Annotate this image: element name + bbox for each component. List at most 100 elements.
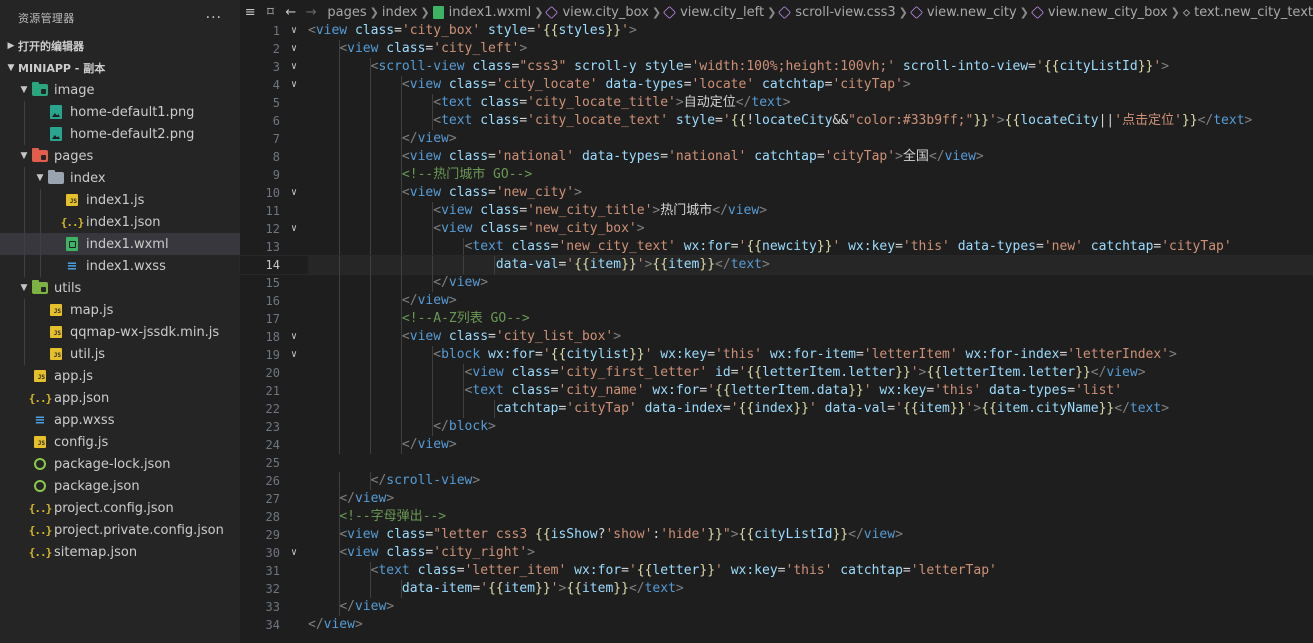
breadcrumb-item[interactable]: view.new_city_box [1030, 5, 1168, 20]
breadcrumb-item[interactable]: view.city_left [662, 5, 764, 20]
tree-item[interactable]: ▼ utils [0, 277, 240, 299]
code-text: <view class='city_list_box'> [308, 328, 1313, 346]
breadcrumb-item[interactable]: ◇ text.new_city_text [1183, 5, 1313, 20]
breadcrumb-item[interactable]: view.city_box [545, 5, 649, 20]
indent-guide [401, 238, 402, 256]
code-text: <text class='city_name' wx:for='{{letter… [308, 382, 1313, 400]
code-line[interactable]: 16 </view> [240, 292, 1313, 310]
code-line[interactable]: 14 data-val='{{item}}'>{{item}}</text> [239, 255, 1313, 275]
code-line[interactable]: 20 <view class='city_first_letter' id='{… [240, 364, 1313, 382]
more-actions-icon[interactable]: ··· [206, 10, 222, 26]
code-token: '点击定位' [1114, 113, 1182, 128]
tree-item[interactable]: home-default1.png [0, 101, 240, 123]
indent-guide [370, 94, 371, 112]
code-line[interactable]: 23 </block> [240, 418, 1313, 436]
fold-chevron-icon[interactable]: ∨ [280, 544, 308, 562]
code-line[interactable]: 29 <view class="letter css3 {{isShow?'sh… [240, 526, 1313, 544]
indent-guide [339, 76, 340, 94]
fold-chevron-icon[interactable]: ∨ [280, 58, 308, 76]
tree-item[interactable]: ≡ index1.wxss [0, 255, 240, 277]
tree-item[interactable]: ≡ app.wxss [0, 409, 240, 431]
code-line[interactable]: 30 ∨ <view class='city_right'> [240, 544, 1313, 562]
code-line[interactable]: 22 catchtap='cityTap' data-index='{{inde… [240, 400, 1313, 418]
fold-chevron-icon[interactable]: ∨ [280, 22, 308, 40]
code-area[interactable]: 1 ∨ <view class='city_box' style='{{styles… [239, 22, 1313, 643]
code-token: ' [989, 113, 997, 128]
breadcrumb-item[interactable]: pages [327, 5, 366, 20]
breadcrumb-item[interactable]: view.new_city [909, 5, 1017, 20]
tree-item[interactable]: JS map.js [0, 299, 240, 321]
chevron-down-icon[interactable]: ▼ [16, 151, 32, 161]
code-line[interactable]: 1 ∨ <view class='city_box' style='{{styles… [240, 22, 1313, 40]
tree-item[interactable]: JS config.js [0, 431, 240, 453]
indent-guide [370, 76, 371, 94]
chevron-down-icon[interactable]: ▼ [32, 173, 48, 183]
code-line[interactable]: 27 </view> [240, 490, 1313, 508]
code-line[interactable]: 12 ∨ <view class='new_city_box'> [240, 220, 1313, 238]
code-line[interactable]: 19 ∨ <block wx:for='{{citylist}}' wx:key=… [240, 346, 1313, 364]
tree-item[interactable]: {..} sitemap.json [0, 541, 240, 563]
indent-guide [370, 148, 371, 166]
code-line[interactable]: 7 </view> [240, 130, 1313, 148]
tree-item[interactable]: {..} app.json [0, 387, 240, 409]
outline-toggle-icon[interactable]: ≡ [240, 5, 260, 20]
code-line[interactable]: 11 <view class='new_city_title'>热门城市</vi… [240, 202, 1313, 220]
code-line[interactable]: 32 data-item='{{item}}'>{{item}}</text> [240, 580, 1313, 598]
breadcrumb-item[interactable]: index [382, 5, 418, 20]
tree-item[interactable]: JS qqmap-wx-jssdk.min.js [0, 321, 240, 343]
code-line[interactable]: 6 <text class='city_locate_text' style='… [240, 112, 1313, 130]
fold-chevron-icon[interactable]: ∨ [280, 184, 308, 202]
code-line[interactable]: 18 ∨ <view class='city_list_box'> [240, 328, 1313, 346]
code-line[interactable]: 2 ∨ <view class='city_left'> [240, 40, 1313, 58]
breadcrumb-item[interactable]: index1.wxml [432, 5, 531, 20]
open-editors-section[interactable]: ▶ 打开的编辑器 [0, 35, 240, 57]
tree-item[interactable]: JS index1.js [0, 189, 240, 211]
tree-item[interactable]: ▼ index [0, 167, 240, 189]
bookmark-icon[interactable]: ⌑ [260, 5, 280, 20]
code-line[interactable]: 10 ∨ <view class='new_city'> [240, 184, 1313, 202]
tree-item[interactable]: {..} project.config.json [0, 497, 240, 519]
code-line[interactable]: 17 <!--A-Z列表 GO--> [240, 310, 1313, 328]
tree-item[interactable]: package-lock.json [0, 453, 240, 475]
code-line[interactable]: 25 [240, 454, 1313, 472]
code-token: style [675, 113, 716, 128]
forward-arrow-icon[interactable]: → [301, 5, 321, 20]
tree-item[interactable]: ▼ image [0, 79, 240, 101]
code-line[interactable]: 4 ∨ <view class='city_locate' data-types=… [240, 76, 1313, 94]
fold-chevron-icon[interactable]: ∨ [280, 328, 308, 346]
chevron-down-icon[interactable]: ▼ [16, 85, 32, 95]
fold-chevron-icon[interactable]: ∨ [280, 220, 308, 238]
code-line[interactable]: 9 <!--热门城市 GO--> [240, 166, 1313, 184]
code-line[interactable]: 3 ∨ <scroll-view class="css3" scroll-y st… [240, 58, 1313, 76]
code-line[interactable]: 33 </view> [240, 598, 1313, 616]
code-text: <!--A-Z列表 GO--> [308, 310, 1313, 328]
tree-item[interactable]: {..} project.private.config.json [0, 519, 240, 541]
code-line[interactable]: 24 </view> [240, 436, 1313, 454]
code-line[interactable]: 13 <text class='new_city_text' wx:for='{… [240, 238, 1313, 256]
code-line[interactable]: 26 </scroll-view> [240, 472, 1313, 490]
tree-item[interactable]: {..} index1.json [0, 211, 240, 233]
fold-chevron-icon[interactable]: ∨ [280, 346, 308, 364]
chevron-down-icon[interactable]: ▼ [16, 283, 32, 293]
tree-item[interactable]: JS util.js [0, 343, 240, 365]
fold-chevron-icon[interactable]: ∨ [280, 76, 308, 94]
tree-item[interactable]: index1.wxml [0, 233, 240, 255]
code-line[interactable]: 5 <text class='city_locate_title'>自动定位</… [240, 94, 1313, 112]
code-line[interactable]: 15 </view> [240, 274, 1313, 292]
breadcrumb-segments: pages ❯ index ❯ index1.wxml ❯ view.city_box ❯ vi… [327, 5, 1313, 20]
fold-chevron-icon[interactable]: ∨ [280, 40, 308, 58]
tree-item[interactable]: JS app.js [0, 365, 240, 387]
code-line[interactable]: 8 <view class='national' data-types='nat… [240, 148, 1313, 166]
tree-item[interactable]: home-default2.png [0, 123, 240, 145]
back-arrow-icon[interactable]: ← [281, 5, 301, 20]
code-line[interactable]: 31 <text class='letter_item' wx:for='{{l… [240, 562, 1313, 580]
tree-item[interactable]: ▼ pages [0, 145, 240, 167]
code-line[interactable]: 21 <text class='city_name' wx:for='{{let… [240, 382, 1313, 400]
breadcrumb-item[interactable]: scroll-view.css3 [778, 5, 896, 20]
project-section[interactable]: ▼ MINIAPP - 副本 [0, 57, 240, 79]
fold-gutter [280, 616, 308, 634]
code-line[interactable]: 28 <!--字母弹出--> [240, 508, 1313, 526]
tree-item[interactable]: package.json [0, 475, 240, 497]
code-line[interactable]: 34 </view> [240, 616, 1313, 634]
